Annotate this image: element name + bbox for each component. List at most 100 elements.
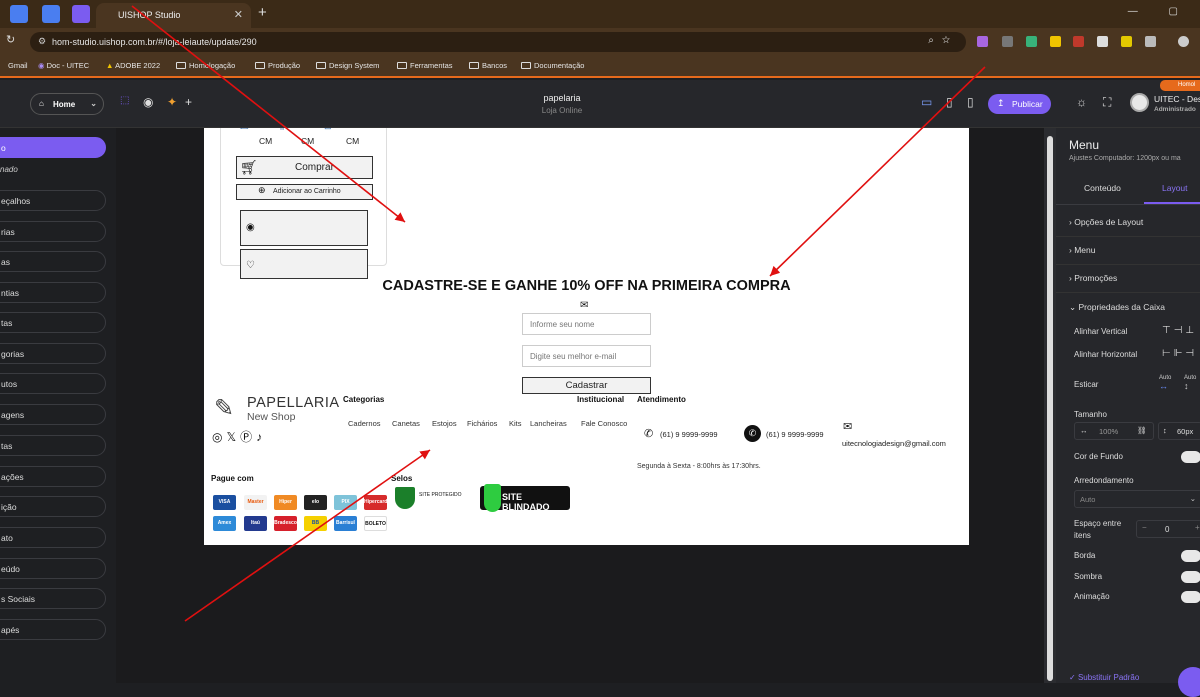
sidebar-item[interactable]: eçalhos: [0, 190, 106, 211]
fullscreen-icon[interactable]: ⛶: [1103, 95, 1111, 110]
extension-icon[interactable]: [977, 36, 988, 47]
whatsapp-number[interactable]: (61) 9 9999-9999: [766, 430, 824, 439]
close-tab-icon[interactable]: ✕: [234, 8, 243, 21]
shadow-toggle[interactable]: [1181, 571, 1200, 583]
stretch-auto-width[interactable]: Auto ↔: [1159, 375, 1171, 391]
contact-email[interactable]: uitecnologiadesign@gmail.com: [842, 439, 946, 448]
reload-icon[interactable]: ↻: [6, 33, 15, 46]
name-field[interactable]: Informe seu nome: [522, 313, 651, 335]
extensions-puzzle-icon[interactable]: [1145, 36, 1156, 47]
tablet-view-icon[interactable]: ▯: [946, 95, 953, 109]
gap-stepper[interactable]: −0 +: [1136, 520, 1200, 538]
profile-icon[interactable]: [1178, 36, 1189, 47]
docs-pinned-tab-icon[interactable]: [42, 5, 60, 23]
window-controls[interactable]: — ▢: [1128, 6, 1192, 17]
sidebar-item[interactable]: tas: [0, 312, 106, 333]
bookmark-doc-uitec[interactable]: ◉ Doc - UITEC: [38, 61, 89, 70]
editor-canvas[interactable]: ⧍ ⫼ ⊟ CM CM CM Comprar 🛒︎ Adicionar ao C…: [116, 128, 1044, 683]
sidebar-item[interactable]: utos: [0, 373, 106, 394]
footer-link-ficharios[interactable]: Fichários: [467, 419, 497, 428]
footer-link-cadernos[interactable]: Cadernos: [348, 419, 381, 428]
sidebar-item[interactable]: as: [0, 251, 106, 272]
footer-link-kits[interactable]: Kits: [509, 419, 522, 428]
favorite-button[interactable]: ♡: [240, 249, 368, 279]
store-logo-name[interactable]: PAPELLARIA: [247, 395, 340, 411]
sidebar-item[interactable]: eúdo: [0, 558, 106, 579]
bookmark-design-system[interactable]: Design System: [316, 61, 379, 70]
footer-link-fale-conosco[interactable]: Fale Conosco: [581, 419, 627, 428]
sidebar-item[interactable]: apés: [0, 619, 106, 640]
sidebar-item[interactable]: agens: [0, 404, 106, 425]
address-bar[interactable]: ⚙ hom-studio.uishop.com.br/#/loja-leiaut…: [30, 32, 966, 52]
sidebar-item[interactable]: tas: [0, 435, 106, 456]
footer-link-estojos[interactable]: Estojos: [432, 419, 457, 428]
add-icon[interactable]: +: [185, 95, 192, 109]
width-input[interactable]: ↔ 100% ⛓: [1074, 422, 1154, 440]
canvas-scrollbar[interactable]: [1044, 128, 1056, 683]
radius-select[interactable]: Auto ⌄: [1074, 490, 1200, 508]
active-tab[interactable]: UISHOP Studio ✕: [96, 3, 251, 28]
restore-default-button[interactable]: ✓ Substituir Padrão: [1069, 673, 1139, 682]
site-info-icon[interactable]: ⚙: [38, 36, 46, 47]
accordion-box-properties[interactable]: ⌄ Propriedades da Caixa: [1069, 302, 1165, 313]
bookmark-ferramentas[interactable]: Ferramentas: [397, 61, 453, 70]
desktop-view-icon[interactable]: ▭: [921, 95, 932, 109]
align-horizontal-icons[interactable]: ⊢⊩⊣: [1162, 348, 1197, 359]
align-vertical-icons[interactable]: ⊤⊣⊥: [1162, 325, 1197, 336]
select-tool-icon[interactable]: ⬚: [120, 95, 129, 106]
phone-number[interactable]: (61) 9 9999-9999: [660, 430, 718, 439]
extension-icon[interactable]: [1097, 36, 1108, 47]
docs-pinned-tab-icon[interactable]: [10, 5, 28, 23]
zoom-bookmark-icons[interactable]: ⌕☆: [928, 35, 958, 46]
bookmark-producao[interactable]: Produção: [255, 61, 300, 70]
scroll-thumb[interactable]: [1047, 136, 1053, 681]
animation-toggle[interactable]: [1181, 591, 1200, 603]
avatar[interactable]: [1130, 93, 1149, 112]
bookmark-adobe[interactable]: ▲ ADOBE 2022: [106, 61, 160, 70]
new-tab-button[interactable]: +: [258, 4, 267, 21]
email-field[interactable]: Digite seu melhor e-mail: [522, 345, 651, 367]
uishop-pinned-tab-icon[interactable]: [72, 5, 90, 23]
extension-icon[interactable]: [1050, 36, 1061, 47]
sidebar-item[interactable]: ato: [0, 527, 106, 548]
sidebar-item-italic[interactable]: nado: [0, 165, 18, 174]
sidebar-item[interactable]: ações: [0, 466, 106, 487]
accordion-layout-options[interactable]: › Opções de Layout: [1069, 217, 1143, 227]
page-selector[interactable]: ⌂ Home ⌄: [30, 93, 104, 115]
extension-icon[interactable]: [1002, 36, 1013, 47]
accordion-menu[interactable]: › Menu: [1069, 245, 1095, 255]
add-to-cart-button[interactable]: Adicionar ao Carrinho: [236, 184, 373, 200]
tab-layout[interactable]: Layout: [1162, 183, 1188, 193]
sidebar-item[interactable]: ntias: [0, 282, 106, 303]
extension-icon[interactable]: [1073, 36, 1084, 47]
bookmark-bancos[interactable]: Bancos: [469, 61, 507, 70]
sidebar-item[interactable]: s Sociais: [0, 588, 106, 609]
sidebar-item[interactable]: rias: [0, 221, 106, 242]
stretch-auto-height[interactable]: Auto ↕: [1184, 375, 1196, 391]
newsletter-submit-button[interactable]: Cadastrar: [522, 377, 651, 394]
bg-color-toggle[interactable]: [1181, 451, 1200, 463]
footer-link-canetas[interactable]: Canetas: [392, 419, 420, 428]
accordion-promotions[interactable]: › Promoções: [1069, 273, 1117, 283]
ai-sparkle-icon[interactable]: ✦: [167, 95, 177, 109]
footer-link-lancheiras[interactable]: Lancheiras: [530, 419, 567, 428]
extension-icon[interactable]: [1121, 36, 1132, 47]
bookmark-documentacao[interactable]: Documentação: [521, 61, 584, 70]
sidebar-item[interactable]: gorias: [0, 343, 106, 364]
sidebar-item[interactable]: ição: [0, 496, 106, 517]
bookmark-gmail[interactable]: Gmail: [8, 61, 28, 70]
tab-content[interactable]: Conteúdo: [1084, 183, 1121, 193]
sidebar-item-active[interactable]: o: [0, 137, 106, 158]
extension-icon[interactable]: [1026, 36, 1037, 47]
height-input[interactable]: ↕ 60px: [1158, 422, 1200, 440]
bookmark-homologacao[interactable]: Homologação: [176, 61, 235, 70]
quick-view-button[interactable]: ◉: [240, 210, 368, 246]
mobile-view-icon[interactable]: ▯: [967, 95, 974, 109]
theme-sun-icon[interactable]: ☼: [1076, 95, 1087, 109]
social-icons[interactable]: ◎𝕏Ⓟ♪: [212, 428, 266, 445]
preview-eye-icon[interactable]: ◉: [143, 95, 153, 109]
publish-button[interactable]: ↥ Publicar: [988, 94, 1051, 114]
help-fab-button[interactable]: [1178, 667, 1200, 697]
border-toggle[interactable]: [1181, 550, 1200, 562]
page-preview[interactable]: ⧍ ⫼ ⊟ CM CM CM Comprar 🛒︎ Adicionar ao C…: [204, 128, 969, 545]
